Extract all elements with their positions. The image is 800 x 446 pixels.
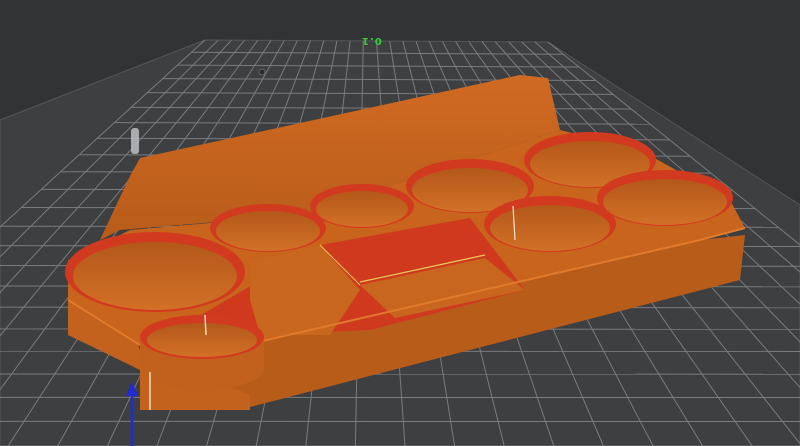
cup-pocket-2 xyxy=(210,204,326,252)
cup-pocket-7 xyxy=(597,170,733,226)
cup-pocket-1 xyxy=(65,232,245,312)
raised-cup-ring xyxy=(140,315,264,390)
cup-pocket-3 xyxy=(310,184,414,228)
cup-pocket-6 xyxy=(484,196,616,252)
plate-label: 0.1 xyxy=(361,35,382,46)
scene xyxy=(0,39,800,446)
seam-line xyxy=(204,314,207,336)
plate-notch-icon xyxy=(258,68,266,76)
3d-viewport[interactable]: 0.1 xyxy=(0,0,800,446)
origin-marker-icon xyxy=(131,128,139,154)
